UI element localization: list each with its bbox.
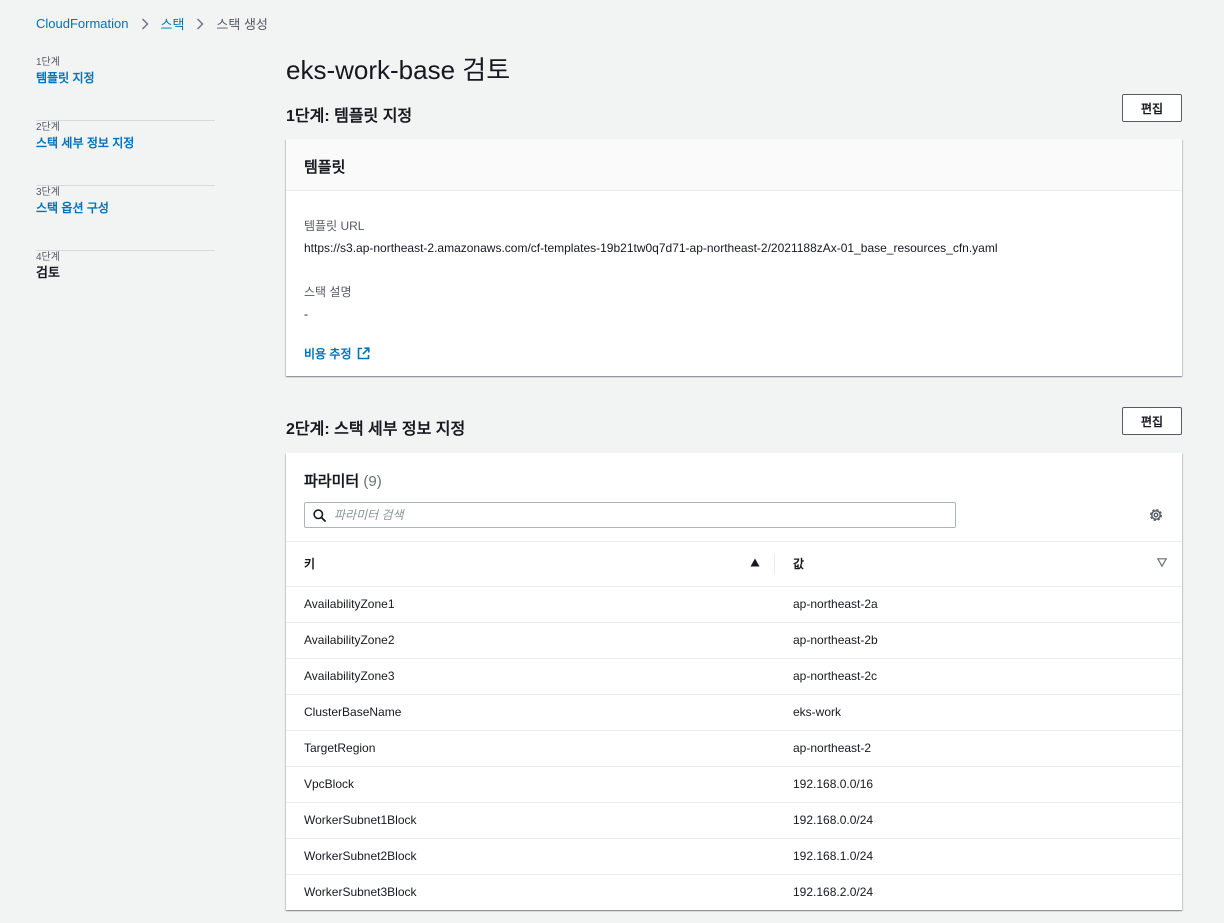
table-row: VpcBlock 192.168.0.0/16 (286, 766, 1182, 803)
parameter-search-input[interactable] (334, 508, 934, 522)
param-key: AvailabilityZone3 (286, 658, 775, 695)
table-row: WorkerSubnet3Block 192.168.2.0/24 (286, 874, 1182, 910)
stack-description-label: 스택 설명 (304, 285, 352, 299)
param-value: 192.168.0.0/24 (775, 802, 1182, 839)
param-key: AvailabilityZone1 (286, 586, 775, 623)
table-row: WorkerSubnet2Block 192.168.1.0/24 (286, 838, 1182, 875)
chevron-right-icon (184, 18, 216, 30)
param-value: 192.168.0.0/16 (775, 766, 1182, 803)
table-row: TargetRegion ap-northeast-2 (286, 730, 1182, 767)
step-link-stack-options[interactable]: 스택 옵션 구성 (36, 200, 109, 216)
parameters-title: 파라미터 (9) (304, 470, 1164, 491)
page-title: eks-work-base 검토 (286, 55, 511, 85)
parameter-search (304, 502, 956, 528)
step-number: 4단계 (36, 252, 60, 263)
step-current-review: 검토 (36, 265, 60, 280)
param-key: WorkerSubnet1Block (286, 802, 775, 839)
template-card-header: 템플릿 (286, 139, 1182, 191)
column-header-key[interactable]: 키 (286, 542, 775, 587)
parameters-title-text: 파라미터 (304, 473, 360, 490)
gear-icon[interactable] (1148, 507, 1164, 523)
parameters-header: 파라미터 (9) (286, 453, 1182, 542)
wizard-steps: 1단계 템플릿 지정 2단계 스택 세부 정보 지정 3단계 스택 옵션 구성 … (36, 56, 215, 316)
template-url-value: https://s3.ap-northeast-2.amazonaws.com/… (304, 241, 998, 255)
param-value: ap-northeast-2a (775, 586, 1182, 623)
param-key: VpcBlock (286, 766, 775, 803)
stack-description-value: - (304, 307, 308, 321)
edit-step-2-button[interactable]: 편집 (1122, 407, 1182, 435)
breadcrumb-cloudformation[interactable]: CloudFormation (36, 16, 129, 31)
param-value: 192.168.2.0/24 (793, 885, 874, 900)
parameters-card: 파라미터 (9) 키 (286, 453, 1182, 910)
column-header-value[interactable]: 값 (775, 542, 1182, 587)
breadcrumb-stacks[interactable]: 스택 (161, 14, 185, 33)
param-key: WorkerSubnet3Block (304, 885, 417, 900)
table-row: WorkerSubnet1Block 192.168.0.0/24 (286, 802, 1182, 839)
search-icon (313, 508, 326, 522)
section-2-header: 2단계: 스택 세부 정보 지정 편집 (286, 407, 1182, 438)
cost-estimate-row: 비용 추정 (286, 321, 1182, 362)
wizard-step-3: 3단계 스택 옵션 구성 (36, 186, 215, 251)
wizard-step-2: 2단계 스택 세부 정보 지정 (36, 121, 215, 186)
step-number: 1단계 (36, 57, 60, 68)
section-2-title: 2단계: 스택 세부 정보 지정 (286, 421, 466, 438)
sort-unsorted-icon[interactable] (1157, 558, 1167, 567)
parameters-count: (9) (363, 473, 382, 490)
wizard-step-1: 1단계 템플릿 지정 (36, 56, 215, 121)
section-1-header: 1단계: 템플릿 지정 편집 (286, 94, 1182, 125)
param-key: ClusterBaseName (286, 694, 775, 731)
breadcrumb-create-stack: 스택 생성 (216, 17, 268, 32)
chevron-right-icon (129, 18, 161, 30)
table-row: AvailabilityZone2 ap-northeast-2b (286, 622, 1182, 659)
cost-estimate-label: 비용 추정 (304, 347, 352, 361)
step-number: 2단계 (36, 122, 60, 133)
param-value: ap-northeast-2b (775, 622, 1182, 659)
param-key: WorkerSubnet2Block (286, 838, 775, 875)
param-value: eks-work (775, 694, 1182, 731)
cost-estimate-link[interactable]: 비용 추정 (304, 345, 370, 362)
table-row: AvailabilityZone3 ap-northeast-2c (286, 658, 1182, 695)
step-number: 3단계 (36, 187, 60, 198)
param-value: 192.168.1.0/24 (775, 838, 1182, 875)
table-row: AvailabilityZone1 ap-northeast-2a (286, 586, 1182, 623)
external-link-icon (357, 347, 370, 360)
sort-ascending-icon[interactable] (750, 558, 760, 567)
parameters-table: 키 값 AvailabilityZone1 ap-northeast-2a Av… (286, 542, 1182, 910)
wizard-step-4: 4단계 검토 (36, 251, 215, 316)
section-1-title: 1단계: 템플릿 지정 (286, 108, 413, 125)
step-link-template[interactable]: 템플릿 지정 (36, 70, 95, 86)
param-key: TargetRegion (286, 730, 775, 767)
param-key: AvailabilityZone2 (286, 622, 775, 659)
template-card: 템플릿 템플릿 URL https://s3.ap-northeast-2.am… (286, 139, 1182, 376)
table-row: ClusterBaseName eks-work (286, 694, 1182, 731)
step-link-stack-details[interactable]: 스택 세부 정보 지정 (36, 135, 134, 151)
template-url-label: 템플릿 URL (304, 219, 365, 233)
edit-step-1-button[interactable]: 편집 (1122, 94, 1182, 122)
column-header-key-label: 키 (304, 557, 316, 572)
breadcrumb: CloudFormation 스택 스택 생성 (36, 14, 268, 33)
stack-description-field: 스택 설명 - (286, 255, 1182, 321)
param-value: ap-northeast-2 (775, 730, 1182, 767)
table-header-row: 키 값 (286, 542, 1182, 587)
template-url-field: 템플릿 URL https://s3.ap-northeast-2.amazon… (286, 191, 1182, 255)
param-value: ap-northeast-2c (775, 658, 1182, 695)
column-header-value-label: 값 (793, 557, 805, 572)
